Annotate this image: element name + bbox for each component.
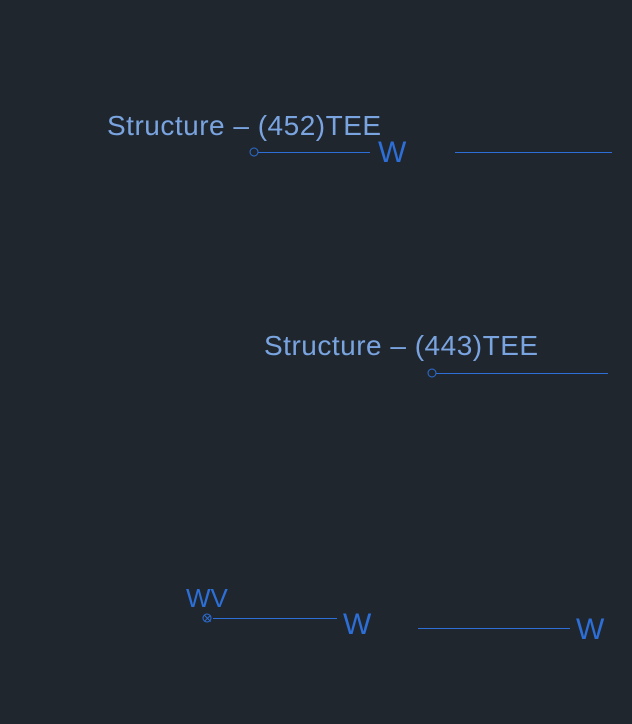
pipe-segment[interactable] [436, 373, 608, 374]
water-marker: W [378, 138, 406, 168]
water-marker: W [343, 610, 371, 640]
pipe-segment[interactable] [455, 152, 612, 153]
cad-canvas[interactable]: Structure – (452)TEE W Structure – (443)… [0, 0, 632, 724]
pipe-segment[interactable] [258, 152, 370, 153]
valve-node[interactable] [203, 614, 212, 623]
structure-label-443: Structure – (443)TEE [264, 330, 539, 362]
pipe-segment[interactable] [418, 628, 570, 629]
water-valve-marker: WV [186, 585, 228, 611]
water-marker: W [576, 615, 604, 645]
structure-label-452: Structure – (452)TEE [107, 110, 382, 142]
pipe-segment[interactable] [213, 618, 337, 619]
